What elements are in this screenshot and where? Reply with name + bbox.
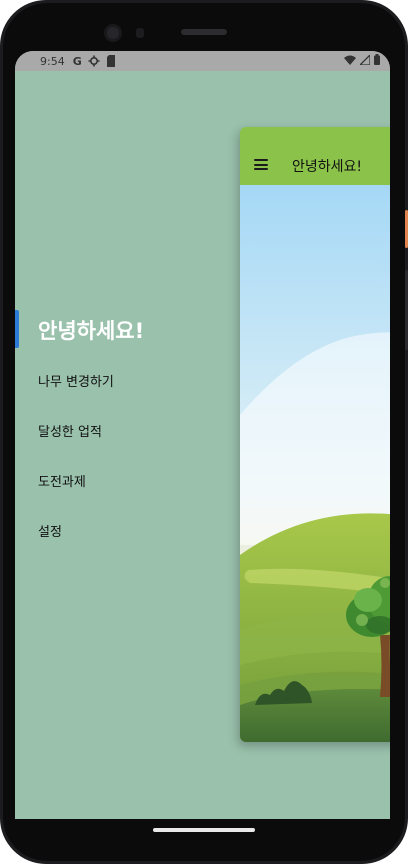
status-time: 9:54 xyxy=(40,54,65,68)
main-page-preview[interactable]: 안녕하세요! xyxy=(240,127,390,742)
tree-landscape-illustration xyxy=(240,185,390,742)
signal-icon xyxy=(358,52,371,68)
settings-icon xyxy=(88,55,101,67)
drawer-item-challenges[interactable]: 도전과제 xyxy=(38,471,86,490)
app-bar-title: 안녕하세요! xyxy=(292,159,363,175)
home-indicator[interactable] xyxy=(153,828,255,832)
app-bar: 안녕하세요! xyxy=(240,127,390,185)
front-camera xyxy=(104,24,122,42)
battery-icon xyxy=(374,54,380,68)
sd-card-icon xyxy=(105,55,118,67)
google-icon: G xyxy=(72,54,82,68)
screen: 9:54 G 안녕하세요! 나무 변경하기 달성한 업적 도전과제 설정 안녕하… xyxy=(15,51,390,819)
status-bar: 9:54 G xyxy=(15,51,390,71)
drawer-title: 안녕하세요! xyxy=(38,319,145,343)
drawer-item-settings[interactable]: 설정 xyxy=(38,521,62,540)
earpiece-speaker xyxy=(181,29,227,35)
wifi-icon xyxy=(344,55,356,68)
drawer-item-change-tree[interactable]: 나무 변경하기 xyxy=(38,371,114,390)
drawer-selected-indicator xyxy=(15,310,19,348)
proximity-sensor xyxy=(136,28,144,38)
phone-frame: 9:54 G 안녕하세요! 나무 변경하기 달성한 업적 도전과제 설정 안녕하… xyxy=(0,0,408,864)
hamburger-menu-icon[interactable] xyxy=(254,159,268,170)
drawer-item-achievements[interactable]: 달성한 업적 xyxy=(38,421,102,440)
